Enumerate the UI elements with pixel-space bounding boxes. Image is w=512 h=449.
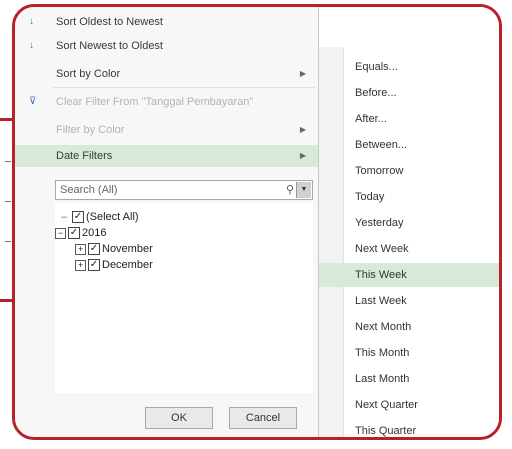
checkbox-checked-icon[interactable]: ✓ [72,211,84,224]
date-filter-label: This Week [355,269,407,281]
date-filter-item-tomorrow[interactable]: Tomorrow [319,159,499,183]
date-filter-label: Before... [355,87,397,99]
date-filter-label: Tomorrow [355,165,404,177]
date-filter-item-this-month[interactable]: This Month [319,341,499,365]
date-filter-label: Today [355,191,385,203]
frame-tick [5,201,11,202]
menu-separator [53,87,315,88]
menu-item-label: Sort by Color [56,68,121,80]
frame-tick [5,241,11,242]
date-filter-item-equals[interactable]: Equals... [319,55,499,79]
cancel-button[interactable]: Cancel [229,407,297,429]
date-filter-label: Next Week [355,243,409,255]
sort-descending-icon: ↓ [29,40,34,51]
annotation-frame: ↓ Sort Oldest to Newest ↓ Sort Newest to… [12,4,502,440]
ok-button[interactable]: OK [145,407,213,429]
search-placeholder: Search (All) [60,184,118,196]
checkbox-checked-icon[interactable]: ✓ [88,243,100,256]
clear-filter-icon: ⊽ [29,96,37,107]
date-filter-label: Next Quarter [355,399,418,411]
tree-year[interactable]: − ✓ 2016 [55,225,106,241]
sort-ascending-icon: ↓ [29,16,34,27]
menu-item-label: Date Filters [56,150,113,162]
date-filter-item-next-week[interactable]: Next Week [319,237,499,261]
filter-by-color-item[interactable]: Filter by Color ▶ [15,119,318,141]
date-filter-item-today[interactable]: Today [319,185,499,209]
date-filter-label: Last Week [355,295,407,307]
menu-item-label: Filter by Color [56,124,125,136]
menu-item-label: Sort Oldest to Newest [56,16,163,28]
tree-month-december[interactable]: + ✓ December [75,257,153,273]
sort-newest-to-oldest-item[interactable]: ↓ Sort Newest to Oldest [15,35,318,57]
date-filter-label: Equals... [355,61,398,73]
menu-item-label: Sort Newest to Oldest [56,40,163,52]
date-filter-item-last-month[interactable]: Last Month [319,367,499,391]
date-filter-label: After... [355,113,387,125]
filter-panel: ↓ Sort Oldest to Newest ↓ Sort Newest to… [15,7,320,437]
sort-oldest-to-newest-item[interactable]: ↓ Sort Oldest to Newest [15,11,318,33]
date-filter-item-last-week[interactable]: Last Week [319,289,499,313]
filter-tree: – ✓ (Select All) − ✓ 2016 + ✓ November + ✓ Decem… [55,203,313,393]
chevron-right-icon: ▶ [299,151,306,160]
date-filter-label: Yesterday [355,217,404,229]
sort-by-color-item[interactable]: Sort by Color ▶ [15,63,318,85]
date-filter-label: Last Month [355,373,410,385]
date-filter-label: This Month [355,347,410,359]
search-input[interactable]: Search (All) ⚲ ▼ [55,180,313,200]
date-filter-item-this-week[interactable]: This Week [319,263,499,287]
checkbox-checked-icon[interactable]: ✓ [68,227,80,240]
menu-item-label: Clear Filter From "Tanggal Pembayaran" [56,96,254,108]
chevron-right-icon: ▶ [299,69,306,78]
date-filters-item[interactable]: Date Filters ▶ [15,145,318,167]
date-filter-item-between[interactable]: Between... [319,133,499,157]
chevron-right-icon: ▶ [299,125,306,134]
expand-icon[interactable]: + [75,259,86,271]
date-filter-item-next-quarter[interactable]: Next Quarter [319,393,499,417]
tree-select-all[interactable]: – ✓ (Select All) [61,209,139,225]
date-filter-label: This Quarter [355,425,417,437]
date-filter-item-yesterday[interactable]: Yesterday [319,211,499,235]
tree-label: (Select All) [86,211,139,223]
chevron-down-icon[interactable]: ▼ [296,182,311,198]
collapse-icon[interactable]: − [55,227,66,239]
date-filter-item-next-month[interactable]: Next Month [319,315,499,339]
expand-icon[interactable]: + [75,243,86,255]
date-filter-item-after[interactable]: After... [319,107,499,131]
date-filters-submenu: Equals... Before... After... Between... Tomo… [318,47,499,437]
date-filter-item-before[interactable]: Before... [319,81,499,105]
submenu-header-area [318,7,499,48]
clear-filter-item[interactable]: ⊽ Clear Filter From "Tanggal Pembayaran" [15,91,318,113]
tree-label: November [102,243,153,255]
tree-month-november[interactable]: + ✓ November [75,241,153,257]
date-filter-label: Next Month [355,321,412,333]
search-icon: ⚲ [285,184,294,196]
frame-tick [5,161,11,162]
tree-label: 2016 [82,227,107,239]
date-filter-item-this-quarter[interactable]: This Quarter [319,419,499,437]
tree-label: December [102,259,153,271]
date-filter-label: Between... [355,139,407,151]
checkbox-checked-icon[interactable]: ✓ [88,259,100,272]
